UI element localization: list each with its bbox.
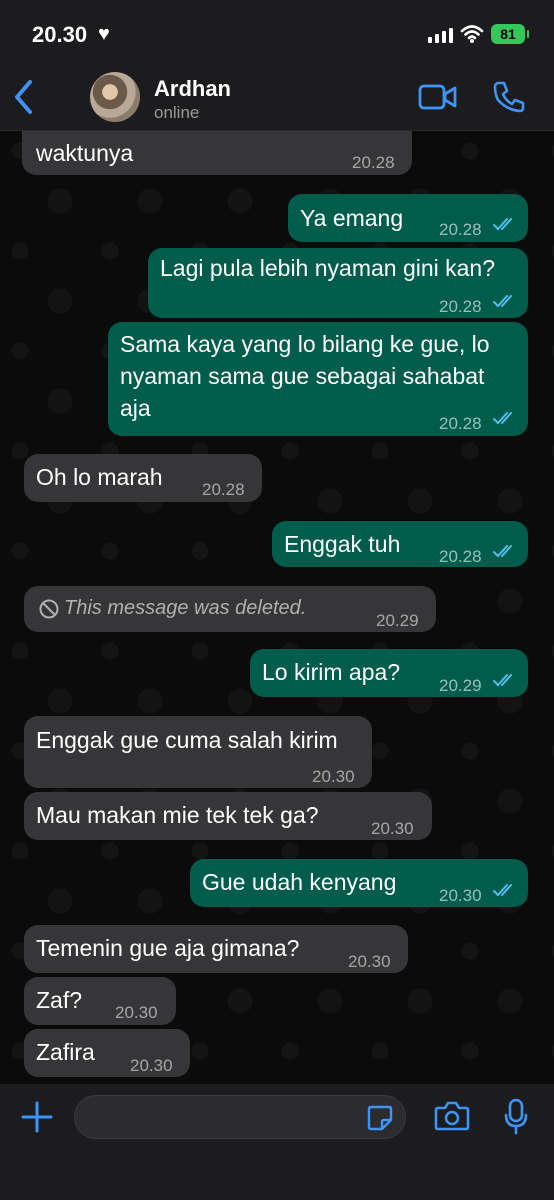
message-time: 20.30	[115, 1003, 158, 1022]
microphone-icon[interactable]	[503, 1098, 529, 1136]
read-ticks-icon	[493, 545, 512, 558]
message-bubble-incoming[interactable]: Temenin gue aja gimana? 20.30	[24, 925, 408, 973]
message-time: 20.30	[348, 952, 391, 971]
sticker-icon[interactable]	[366, 1104, 394, 1132]
battery-indicator: 81	[491, 24, 529, 44]
wifi-icon	[460, 25, 484, 43]
message-time: 20.30	[312, 767, 355, 786]
cellular-signal-icon	[428, 28, 453, 43]
message-bubble-outgoing[interactable]: Lo kirim apa? 20.29	[250, 649, 528, 697]
message-text: Enggak tuh	[284, 531, 401, 557]
message-text: waktunya	[36, 140, 134, 166]
status-time: 20.30	[32, 22, 88, 47]
message-text: Oh lo marah	[36, 464, 163, 490]
message-time: 20.28	[439, 547, 482, 566]
plus-icon[interactable]	[20, 1100, 54, 1134]
message-text-line: nyaman sama gue sebagai sahabat	[120, 363, 485, 389]
read-ticks-icon	[493, 884, 512, 897]
message-time: 20.30	[439, 886, 482, 905]
message-time: 20.28	[439, 414, 482, 433]
message-bubble-incoming[interactable]: waktunya 20.28	[22, 131, 412, 175]
phone-icon[interactable]	[492, 80, 526, 114]
message-bubble-outgoing[interactable]: Enggak tuh 20.28	[272, 521, 528, 567]
read-ticks-icon	[493, 218, 512, 231]
message-text: Lo kirim apa?	[262, 659, 401, 685]
message-list[interactable]: waktunya 20.28 Ya emang 20.28 Lagi pula …	[0, 131, 554, 1084]
message-bubble-incoming[interactable]: Enggak gue cuma salah kirim 20.30	[24, 716, 372, 788]
message-time: 20.28	[439, 220, 482, 239]
status-bar: 20.30 ♥ 81	[0, 0, 554, 68]
message-bubble-outgoing[interactable]: Ya emang 20.28	[288, 194, 528, 242]
message-text: Enggak gue cuma salah kirim	[36, 727, 338, 753]
contact-name[interactable]: Ardhan	[154, 76, 231, 102]
message-text: Ya emang	[300, 205, 404, 231]
message-text: Mau makan mie tek tek ga?	[36, 802, 319, 828]
message-text: Temenin gue aja gimana?	[36, 935, 300, 961]
contact-status: online	[154, 103, 200, 122]
message-bubble-incoming[interactable]: Oh lo marah 20.28	[24, 454, 262, 502]
camera-icon[interactable]	[434, 1100, 470, 1132]
back-chevron-icon[interactable]	[10, 76, 36, 118]
message-time: 20.30	[130, 1056, 173, 1075]
heart-icon: ♥	[98, 23, 110, 45]
contact-avatar[interactable]	[90, 72, 140, 122]
chat-header: Ardhan online	[0, 68, 554, 131]
message-time: 20.28	[202, 480, 245, 499]
message-bubble-outgoing[interactable]: Lagi pula lebih nyaman gini kan? 20.28	[148, 248, 528, 318]
message-text: Gue udah kenyang	[202, 869, 397, 895]
read-ticks-icon	[493, 295, 512, 308]
message-time: 20.29	[439, 676, 482, 695]
message-time: 20.29	[376, 611, 419, 630]
message-text-line: aja	[120, 395, 151, 421]
message-bubble-deleted[interactable]: This message was deleted. 20.29	[24, 586, 436, 632]
message-text: Lagi pula lebih nyaman gini kan?	[160, 255, 496, 281]
message-time: 20.30	[371, 819, 414, 838]
message-bubble-outgoing[interactable]: Sama kaya yang lo bilang ke gue, lo nyam…	[108, 322, 528, 436]
read-ticks-icon	[493, 674, 512, 687]
message-bubble-outgoing[interactable]: Gue udah kenyang 20.30	[190, 859, 528, 907]
message-text: Zafira	[36, 1039, 95, 1065]
message-input[interactable]	[74, 1095, 406, 1139]
message-text: Zaf?	[36, 987, 83, 1013]
message-time: 20.28	[439, 297, 482, 316]
read-ticks-icon	[493, 412, 512, 425]
message-bubble-incoming[interactable]: Mau makan mie tek tek ga? 20.30	[24, 792, 432, 840]
message-text-line: Sama kaya yang lo bilang ke gue, lo	[120, 331, 490, 357]
video-call-icon[interactable]	[418, 82, 458, 112]
composer-bar	[0, 1084, 554, 1200]
deleted-icon	[39, 599, 59, 619]
message-bubble-incoming[interactable]: Zafira 20.30	[24, 1029, 190, 1077]
message-time: 20.28	[352, 153, 395, 172]
message-text: This message was deleted.	[64, 597, 307, 619]
message-bubble-incoming[interactable]: Zaf? 20.30	[24, 977, 176, 1025]
